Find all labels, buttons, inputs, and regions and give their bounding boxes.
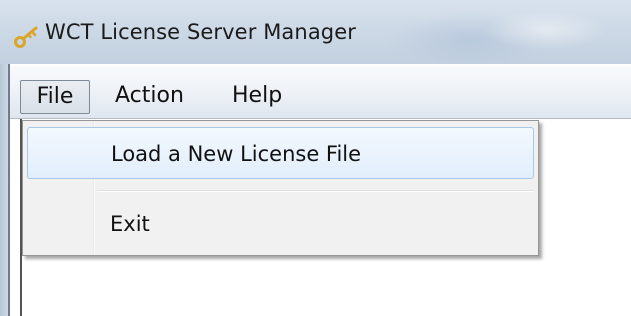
menu-action[interactable]: Action [115,80,184,114]
menu-bar [10,66,631,119]
menu-item-exit[interactable]: Exit [27,198,534,250]
window-title: WCT License Server Manager [45,20,356,44]
title-bar: WCT License Server Manager [0,0,631,64]
menu-item-label: Exit [110,212,150,236]
menu-help[interactable]: Help [232,80,282,114]
menu-item-label: Load a New License File [111,142,362,166]
key-icon [14,26,40,48]
menu-file[interactable]: File [20,80,90,114]
menu-item-load-license[interactable]: Load a New License File [27,127,534,179]
menu-separator [97,190,534,192]
file-dropdown-menu: Load a New License File Exit [22,120,539,256]
